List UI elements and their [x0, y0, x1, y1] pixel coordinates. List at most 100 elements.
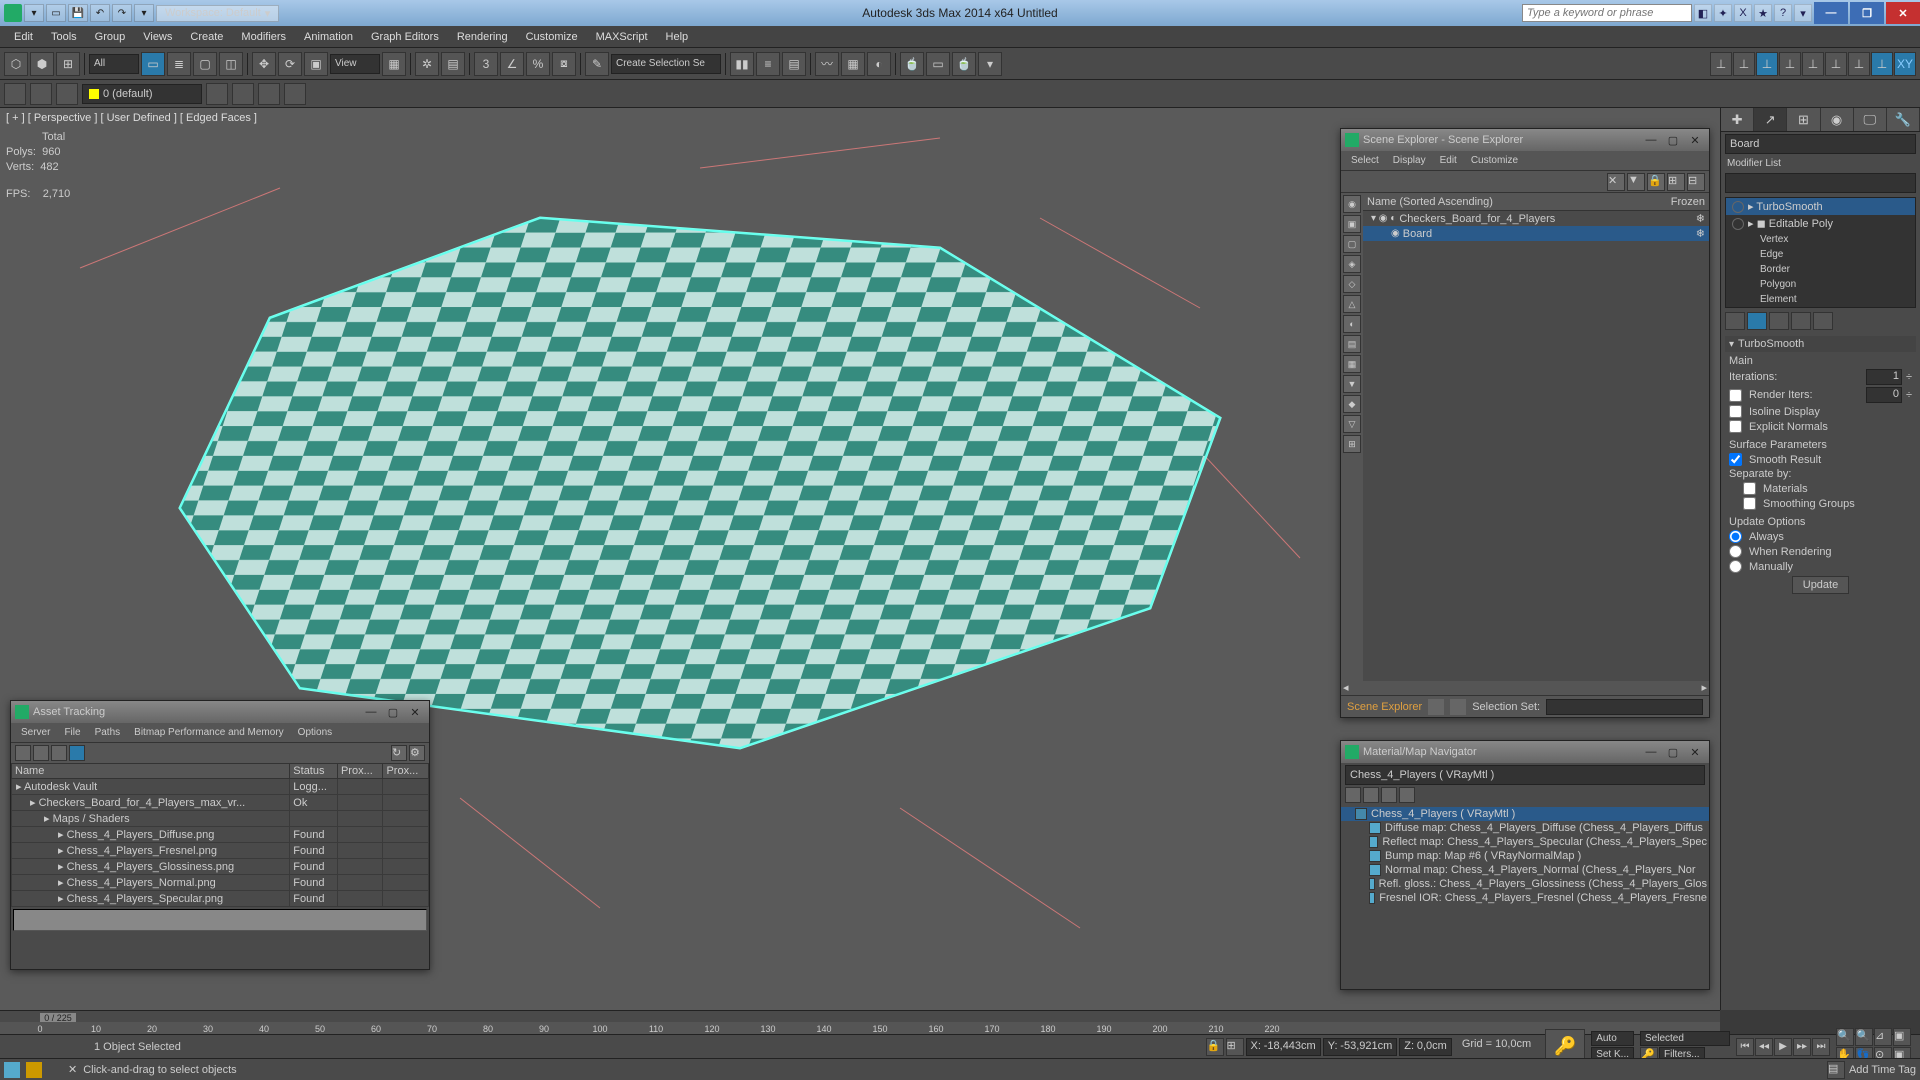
at-btn-3[interactable]: [51, 745, 67, 761]
tree-node-board[interactable]: ◉ Board❄: [1363, 226, 1709, 241]
sep-smgroups-check[interactable]: [1743, 497, 1756, 510]
percent-snap-button[interactable]: %: [526, 52, 550, 76]
mat-view-list-button[interactable]: [1345, 787, 1361, 803]
script-listener-button[interactable]: ▤: [1827, 1061, 1845, 1079]
at-menu-item[interactable]: Bitmap Performance and Memory: [128, 727, 290, 738]
menu-tools[interactable]: Tools: [43, 29, 85, 45]
axis-3-button[interactable]: ⊥: [1756, 52, 1778, 76]
schematic-view-button[interactable]: ▦: [841, 52, 865, 76]
infocenter-icon[interactable]: ◧: [1694, 4, 1712, 22]
render-iter-check[interactable]: [1729, 389, 1742, 402]
at-btn-1[interactable]: [15, 745, 31, 761]
se-expand-button[interactable]: ⊞: [1667, 173, 1685, 191]
select-button[interactable]: ▭: [141, 52, 165, 76]
mat-tree-item[interactable]: Refl. gloss.: Chess_4_Players_Glossiness…: [1341, 877, 1709, 891]
asset-row[interactable]: ▸ Chess_4_Players_Glossiness.pngFound: [12, 859, 429, 875]
nav-zoom-button[interactable]: 🔍: [1836, 1028, 1854, 1046]
maximize-icon[interactable]: ▢: [1663, 744, 1683, 760]
mat-tree-item[interactable]: Bump map: Map #6 ( VRayNormalMap ): [1341, 849, 1709, 863]
goto-start-button[interactable]: ⏮: [1736, 1038, 1754, 1056]
at-col-header[interactable]: Prox...: [383, 764, 429, 779]
asset-row[interactable]: ▸ Chess_4_Players_Diffuse.pngFound: [12, 827, 429, 843]
se-side-button[interactable]: ▣: [1343, 215, 1361, 233]
modify-tab[interactable]: ↗: [1754, 108, 1787, 131]
rendered-frame-button[interactable]: ▭: [926, 52, 950, 76]
normals-check[interactable]: [1729, 420, 1742, 433]
layer-select-button[interactable]: [232, 83, 254, 105]
maximize-icon[interactable]: ▢: [383, 704, 403, 720]
help-search-input[interactable]: [1522, 4, 1692, 22]
bind-button[interactable]: ⊞: [56, 52, 80, 76]
rotate-button[interactable]: ⟳: [278, 52, 302, 76]
mat-tree-item[interactable]: Reflect map: Chess_4_Players_Specular (C…: [1341, 835, 1709, 849]
play-button[interactable]: ▶: [1774, 1038, 1792, 1056]
update-manual-radio[interactable]: [1729, 560, 1742, 573]
mat-tree-item[interactable]: Fresnel IOR: Chess_4_Players_Fresnel (Ch…: [1341, 891, 1709, 905]
hierarchy-tab[interactable]: ⊞: [1787, 108, 1820, 131]
close-icon[interactable]: ✕: [1685, 132, 1705, 148]
timeline[interactable]: 0 / 225 01020304050607080901001101201301…: [0, 1010, 1720, 1034]
se-col-name[interactable]: Name (Sorted Ascending): [1367, 196, 1493, 208]
select-link-button[interactable]: ⬡: [4, 52, 28, 76]
menu-edit[interactable]: Edit: [6, 29, 41, 45]
motion-tab[interactable]: ◉: [1821, 108, 1854, 131]
lock-selection-button[interactable]: 🔒: [1206, 1038, 1224, 1056]
asset-row[interactable]: ▸ Chess_4_Players_Normal.pngFound: [12, 875, 429, 891]
asset-row[interactable]: ▸ Autodesk VaultLogg...: [12, 779, 429, 795]
at-col-header[interactable]: Prox...: [337, 764, 383, 779]
nav-zoom-ext-button[interactable]: ▣: [1893, 1028, 1911, 1046]
edit-named-sel-button[interactable]: ✎: [585, 52, 609, 76]
align-button[interactable]: ≡: [756, 52, 780, 76]
nav-zoom-all-button[interactable]: 🔍: [1855, 1028, 1873, 1046]
maximize-button[interactable]: ❐: [1850, 2, 1884, 24]
keyboard-shortcut-button[interactable]: ▤: [441, 52, 465, 76]
move-button[interactable]: ✥: [252, 52, 276, 76]
render-button[interactable]: 🍵: [952, 52, 976, 76]
selection-filter-combo[interactable]: All: [89, 54, 139, 74]
close-icon[interactable]: ✕: [1685, 744, 1705, 760]
se-tab[interactable]: Scene Explorer: [1347, 701, 1422, 713]
se-view-button-2[interactable]: [1450, 699, 1466, 715]
iterations-spinner[interactable]: 1: [1866, 369, 1902, 385]
se-col-frozen[interactable]: Frozen: [1671, 196, 1705, 208]
axis-6-button[interactable]: ⊥: [1825, 52, 1847, 76]
at-menu-item[interactable]: Server: [15, 727, 56, 738]
se-side-button[interactable]: △: [1343, 295, 1361, 313]
mirror-button[interactable]: ▮▮: [730, 52, 754, 76]
unlink-button[interactable]: ⬢: [30, 52, 54, 76]
layer-add-button[interactable]: [206, 83, 228, 105]
mat-tree-root[interactable]: Chess_4_Players ( VRayMtl ): [1341, 807, 1709, 821]
update-button[interactable]: Update: [1792, 576, 1849, 594]
angle-snap-button[interactable]: ∠: [500, 52, 524, 76]
signin-icon[interactable]: ✦: [1714, 4, 1732, 22]
at-col-header[interactable]: Status: [290, 764, 338, 779]
tree-node-root[interactable]: ▾ ◉ ◐ Checkers_Board_for_4_Players❄: [1363, 211, 1709, 226]
at-menu-item[interactable]: Paths: [89, 727, 127, 738]
at-refresh-button[interactable]: ↻: [391, 745, 407, 761]
at-settings-button[interactable]: ⚙: [409, 745, 425, 761]
key-filter-combo[interactable]: Selected: [1640, 1031, 1730, 1046]
save-button[interactable]: 💾: [68, 4, 88, 22]
menu-maxscript[interactable]: MAXScript: [588, 29, 656, 45]
close-icon[interactable]: ✕: [405, 704, 425, 720]
se-lock-button[interactable]: 🔒: [1647, 173, 1665, 191]
minimize-icon[interactable]: —: [1641, 132, 1661, 148]
scene-tab-icon[interactable]: [4, 1062, 20, 1078]
axis-8-button[interactable]: ⊥: [1871, 52, 1893, 76]
workspace-selector[interactable]: Workspace: Default▾: [156, 5, 279, 22]
axis-4-button[interactable]: ⊥: [1779, 52, 1801, 76]
se-menu-item[interactable]: Customize: [1465, 155, 1524, 166]
menu-group[interactable]: Group: [87, 29, 134, 45]
material-editor-button[interactable]: ◐: [867, 52, 891, 76]
add-time-tag[interactable]: Add Time Tag: [1849, 1064, 1916, 1076]
layer-new-button[interactable]: [4, 83, 26, 105]
se-menu-item[interactable]: Select: [1345, 155, 1385, 166]
update-always-radio[interactable]: [1729, 530, 1742, 543]
exchange-icon[interactable]: X: [1734, 4, 1752, 22]
goto-end-button[interactable]: ⏭: [1812, 1038, 1830, 1056]
autokey-button[interactable]: Auto: [1591, 1031, 1634, 1046]
layer-combo[interactable]: 0 (default): [82, 84, 202, 104]
mod-stack-item[interactable]: ▸ ◼ Editable Poly: [1726, 215, 1915, 232]
asset-path-field[interactable]: [13, 909, 427, 931]
app-icon[interactable]: [4, 4, 22, 22]
